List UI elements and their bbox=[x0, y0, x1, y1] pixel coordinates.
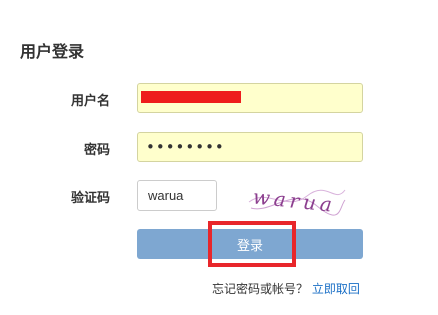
login-page: 用户登录 用户名 密码 •••••••• 验证码 warua 登录 忘记密码或帐… bbox=[0, 0, 438, 315]
password-value: •••••••• bbox=[146, 138, 225, 156]
captcha-input[interactable] bbox=[137, 180, 217, 211]
recover-link[interactable]: 立即取回 bbox=[312, 282, 360, 296]
page-title: 用户登录 bbox=[20, 42, 85, 61]
captcha-image[interactable]: warua bbox=[247, 178, 347, 218]
username-label: 用户名 bbox=[70, 94, 110, 109]
username-redaction bbox=[141, 91, 241, 103]
forgot-account-line: 忘记密码或帐号？ 立即取回 bbox=[212, 280, 360, 297]
forgot-text: 忘记密码或帐号？ bbox=[212, 282, 309, 296]
captcha-label: 验证码 bbox=[70, 191, 110, 206]
password-label: 密码 bbox=[83, 143, 110, 158]
login-highlight-box bbox=[208, 221, 296, 267]
captcha-text: warua bbox=[252, 184, 337, 217]
